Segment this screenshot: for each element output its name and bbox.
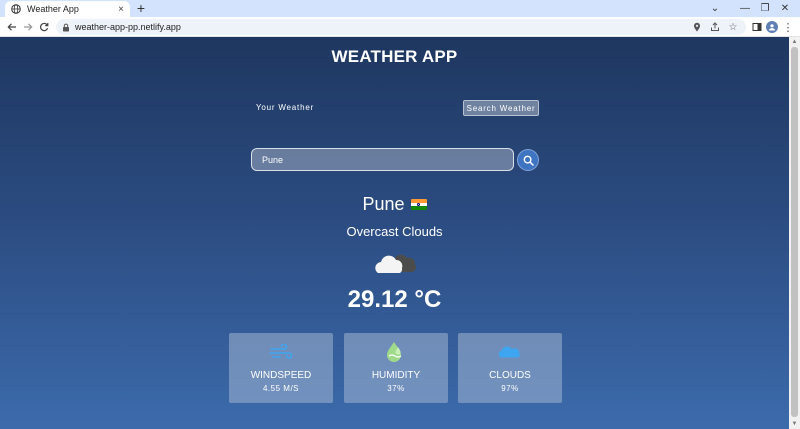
app-title: WEATHER APP [331, 47, 458, 66]
city-search-input[interactable] [251, 148, 514, 171]
tab-search-icon[interactable]: ⌄ [700, 0, 730, 17]
new-tab-button[interactable]: + [134, 1, 148, 15]
windspeed-card: WINDSPEED 4.55 M/S [229, 333, 333, 403]
profile-button[interactable] [764, 19, 780, 35]
city-row: Pune [0, 194, 789, 215]
reload-button[interactable] [36, 19, 52, 35]
forward-button[interactable] [20, 19, 36, 35]
person-icon [769, 24, 775, 31]
search-icon [523, 155, 534, 166]
share-icon[interactable] [708, 20, 722, 34]
humidity-icon [384, 341, 408, 363]
humidity-card: HUMIDITY 37% [344, 333, 448, 403]
location-icon[interactable] [690, 20, 704, 34]
browser-tab-bar: Weather App × + ⌄ — ❐ ✕ [0, 0, 800, 17]
scrollbar-thumb[interactable] [791, 47, 798, 417]
cloud-icon [498, 341, 522, 363]
forward-arrow-icon [24, 23, 33, 31]
temperature: 29.12 °C [347, 286, 442, 313]
tab-search-weather[interactable]: Search Weather [463, 100, 539, 116]
side-panel-icon[interactable] [749, 19, 765, 35]
weather-page: WEATHER APP Your Weather Search Weather … [0, 37, 789, 429]
lock-icon [62, 23, 70, 32]
globe-icon [11, 4, 21, 14]
overcast-cloud-icon [374, 248, 418, 276]
back-button[interactable] [4, 19, 20, 35]
browser-toolbar: weather-app-pp.netlify.app ☆ ⋮ [0, 17, 800, 37]
reload-icon [40, 22, 49, 32]
page-scrollbar[interactable]: ▲ ▼ [789, 37, 800, 429]
humidity-label: HUMIDITY [371, 370, 421, 381]
search-button[interactable] [517, 149, 539, 171]
back-arrow-icon [7, 23, 16, 31]
close-window-button[interactable]: ✕ [770, 0, 800, 17]
humidity-value: 37% [387, 384, 405, 393]
windspeed-value: 4.55 M/S [262, 384, 299, 393]
scroll-down-icon[interactable]: ▼ [791, 421, 798, 427]
browser-tab[interactable]: Weather App × [5, 1, 130, 17]
scroll-up-icon[interactable]: ▲ [791, 39, 798, 45]
weather-condition: Overcast Clouds [346, 224, 443, 239]
india-flag-icon [410, 199, 427, 210]
browser-menu-icon[interactable]: ⋮ [780, 19, 796, 35]
clouds-card: CLOUDS 97% [458, 333, 562, 403]
address-bar[interactable]: weather-app-pp.netlify.app ☆ [56, 19, 746, 35]
city-name: Pune [362, 194, 405, 214]
wind-icon [269, 341, 293, 363]
clouds-value: 97% [501, 384, 519, 393]
browser-tab-title: Weather App [27, 4, 79, 14]
tab-your-weather[interactable]: Your Weather [250, 99, 320, 115]
close-tab-icon[interactable]: × [116, 4, 126, 15]
url-text: weather-app-pp.netlify.app [75, 22, 181, 32]
avatar [766, 21, 778, 33]
windspeed-label: WINDSPEED [250, 370, 312, 381]
bookmark-star-icon[interactable]: ☆ [726, 20, 740, 34]
clouds-label: CLOUDS [489, 370, 531, 381]
